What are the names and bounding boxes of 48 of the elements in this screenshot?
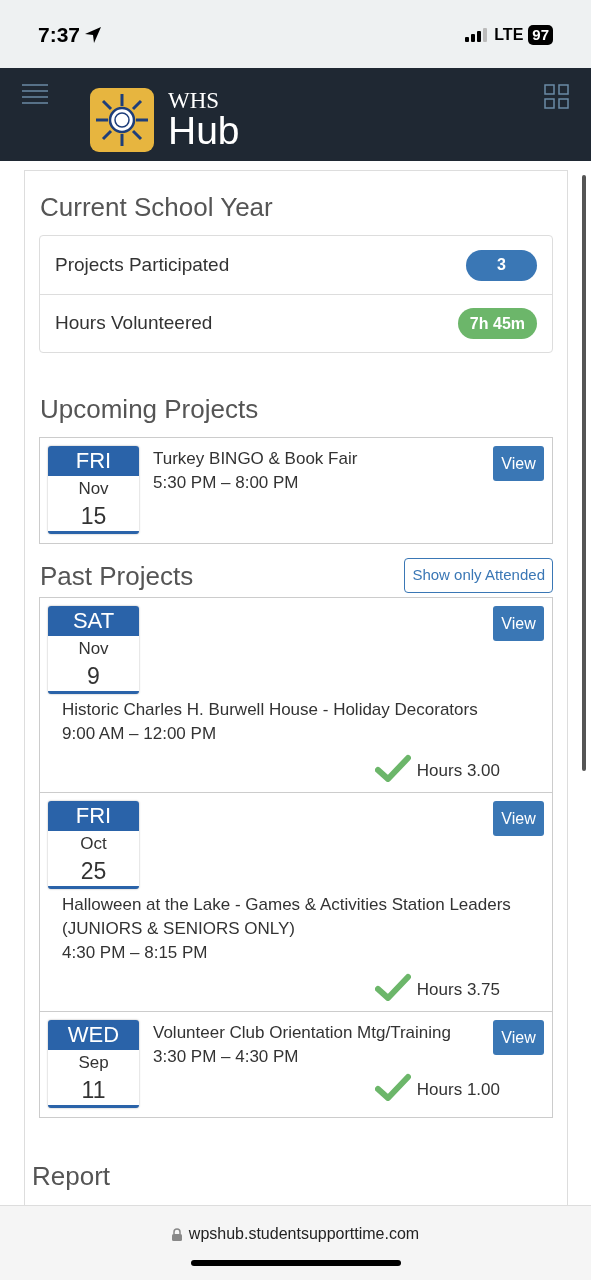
menu-icon[interactable] [22,84,48,104]
logo-school-text: WHS [168,90,221,112]
battery-indicator: 97 [528,25,553,45]
hours-text: Hours 3.75 [416,979,500,1001]
day-number: 11 [81,1076,106,1105]
project-title: Halloween at the Lake - Games & Activities Station Leaders (JUNIORS & SENIORS ONLY) [62,894,512,940]
weekday-label: FRI [48,801,139,831]
filter-button[interactable]: Show only Attended [404,558,553,593]
project-title: Turkey BINGO & Book Fair [153,448,358,470]
day-number: 25 [80,857,107,886]
section-heading: Current School Year [40,191,274,223]
section-heading: Upcoming Projects [40,393,260,425]
project-title: Historic Charles H. Burwell House - Holiday Decorators [62,699,479,721]
month-label: Oct [80,833,107,855]
lock-icon [171,1227,182,1241]
project-time: 5:30 PM – 8:00 PM [153,472,300,494]
logo-hub-text: Hub [168,112,240,150]
day-number: 15 [80,502,107,531]
weekday-label: FRI [48,446,139,476]
clock-time: 7:37 [38,22,81,49]
month-label: Nov [78,478,109,500]
url-text[interactable]: wpshub.studentsupporttime.com [188,1222,420,1246]
view-button[interactable]: View [493,606,544,641]
stat-label: Projects Participated [55,252,230,277]
weekday-label: WED [48,1020,139,1050]
weekday-label: SAT [48,606,139,636]
day-number: 9 [87,662,100,691]
stat-value: 7h 45m [457,308,537,339]
view-button[interactable]: View [493,801,544,836]
project-time: 3:30 PM – 4:30 PM [153,1046,300,1068]
month-label: Nov [78,638,109,660]
hours-text: Hours 1.00 [416,1079,500,1101]
month-label: Sep [78,1052,109,1074]
signal-icon [465,28,490,42]
network-label: LTE [494,25,524,45]
project-time: 9:00 AM – 12:00 PM [62,723,218,745]
project-title: Volunteer Club Orientation Mtg/Training [153,1022,451,1044]
location-arrow-icon [84,26,103,44]
project-time: 4:30 PM – 8:15 PM [62,942,209,964]
view-button[interactable]: View [493,446,544,481]
grid-icon[interactable] [544,84,569,109]
view-button[interactable]: View [493,1020,544,1055]
section-heading: Report [32,1160,112,1192]
logo-icon [90,88,154,152]
hours-text: Hours 3.00 [416,760,500,782]
stat-value: 3 [466,249,537,281]
section-heading: Past Projects [40,559,194,592]
stat-label: Hours Volunteered [55,311,213,336]
